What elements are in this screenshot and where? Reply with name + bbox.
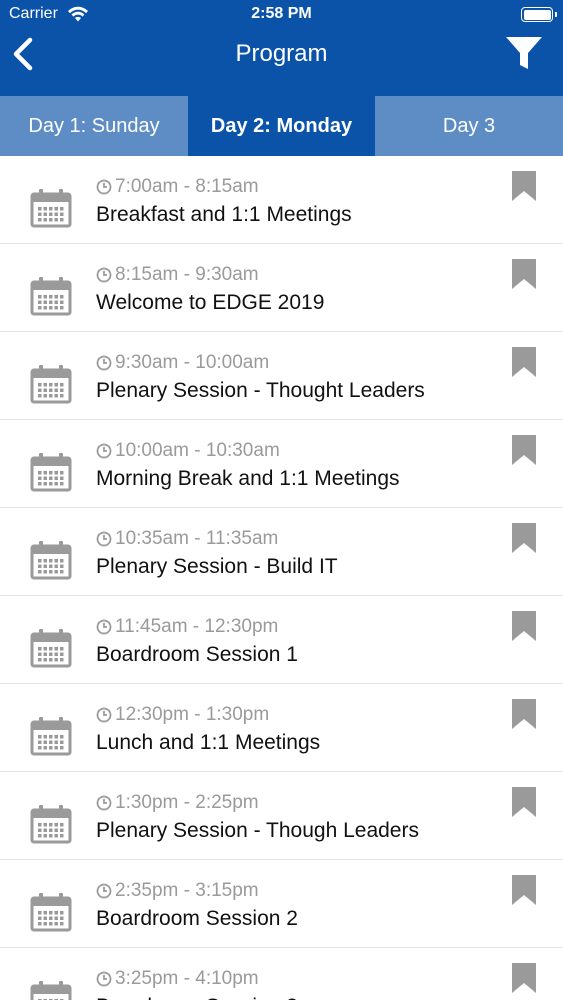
- session-row[interactable]: 11:45am - 12:30pm Boardroom Session 1: [0, 596, 563, 684]
- bookmark-icon[interactable]: [512, 171, 536, 201]
- session-title: Plenary Session - Build IT: [96, 555, 338, 578]
- session-time: 12:30pm - 1:30pm: [96, 704, 269, 726]
- session-row[interactable]: 7:00am - 8:15am Breakfast and 1:1 Meetin…: [0, 156, 563, 244]
- clock-icon: [96, 267, 112, 283]
- session-title: Welcome to EDGE 2019: [96, 291, 325, 314]
- calendar-icon: [30, 805, 72, 844]
- bookmark-icon[interactable]: [512, 699, 536, 729]
- session-title: Boardroom Session 1: [96, 643, 298, 666]
- bookmark-icon[interactable]: [512, 435, 536, 465]
- session-time-text: 3:25pm - 4:10pm: [115, 968, 259, 989]
- session-row[interactable]: 12:30pm - 1:30pm Lunch and 1:1 Meetings: [0, 684, 563, 772]
- clock-icon: [96, 619, 112, 635]
- session-title: Plenary Session - Thought Leaders: [96, 379, 425, 402]
- session-title: Morning Break and 1:1 Meetings: [96, 467, 400, 490]
- session-time: 7:00am - 8:15am: [96, 176, 259, 198]
- status-time: 2:58 PM: [251, 5, 312, 22]
- bookmark-icon[interactable]: [512, 523, 536, 553]
- session-time-text: 9:30am - 10:00am: [115, 352, 270, 373]
- session-time: 10:00am - 10:30am: [96, 440, 280, 462]
- clock-icon: [96, 707, 112, 723]
- session-time: 2:35pm - 3:15pm: [96, 880, 259, 902]
- session-time-text: 12:30pm - 1:30pm: [115, 704, 270, 725]
- session-time-text: 1:30pm - 2:25pm: [115, 792, 259, 813]
- calendar-icon: [30, 893, 72, 932]
- clock-icon: [96, 179, 112, 195]
- calendar-icon: [30, 981, 72, 1000]
- tab-day-2[interactable]: Day 2: Monday: [188, 96, 375, 156]
- session-time: 11:45am - 12:30pm: [96, 616, 278, 638]
- calendar-icon: [30, 277, 72, 316]
- session-time-text: 10:35am - 11:35am: [115, 528, 279, 549]
- clock-icon: [96, 355, 112, 371]
- tab-day-3[interactable]: Day 3: [375, 96, 563, 156]
- session-title: Plenary Session - Though Leaders: [96, 819, 419, 842]
- session-row[interactable]: 3:25pm - 4:10pm Boardroom Session 3: [0, 948, 563, 1000]
- session-title: Lunch and 1:1 Meetings: [96, 731, 321, 754]
- bookmark-icon[interactable]: [512, 787, 536, 817]
- bookmark-icon[interactable]: [512, 875, 536, 905]
- app-header: Carrier 2:58 PM Program: [0, 0, 563, 96]
- session-time: 1:30pm - 2:25pm: [96, 792, 259, 814]
- clock-icon: [96, 531, 112, 547]
- bookmark-icon[interactable]: [512, 259, 536, 289]
- day-tabs: Day 1: Sunday Day 2: Monday Day 3: [0, 96, 563, 156]
- page-title: Program: [235, 40, 328, 67]
- session-time-text: 11:45am - 12:30pm: [115, 616, 279, 637]
- nav-bar: Program: [0, 30, 563, 96]
- session-title: Breakfast and 1:1 Meetings: [96, 203, 352, 226]
- bookmark-icon[interactable]: [512, 347, 536, 377]
- session-row[interactable]: 8:15am - 9:30am Welcome to EDGE 2019: [0, 244, 563, 332]
- calendar-icon: [30, 541, 72, 580]
- calendar-icon: [30, 717, 72, 756]
- calendar-icon: [30, 453, 72, 492]
- session-row[interactable]: 10:35am - 11:35am Plenary Session - Buil…: [0, 508, 563, 596]
- bookmark-icon[interactable]: [512, 611, 536, 641]
- battery-icon: [521, 7, 557, 22]
- clock-icon: [96, 795, 112, 811]
- session-list: 7:00am - 8:15am Breakfast and 1:1 Meetin…: [0, 156, 563, 1000]
- session-time-text: 2:35pm - 3:15pm: [115, 880, 259, 901]
- session-row[interactable]: 2:35pm - 3:15pm Boardroom Session 2: [0, 860, 563, 948]
- bookmark-icon[interactable]: [512, 963, 536, 993]
- filter-icon[interactable]: [505, 36, 543, 72]
- session-time: 3:25pm - 4:10pm: [96, 968, 259, 990]
- session-row[interactable]: 1:30pm - 2:25pm Plenary Session - Though…: [0, 772, 563, 860]
- clock-icon: [96, 443, 112, 459]
- tab-day-1[interactable]: Day 1: Sunday: [0, 96, 188, 156]
- status-bar: Carrier 2:58 PM: [0, 0, 563, 30]
- session-row[interactable]: 9:30am - 10:00am Plenary Session - Thoug…: [0, 332, 563, 420]
- session-title: Boardroom Session 2: [96, 907, 298, 930]
- clock-icon: [96, 883, 112, 899]
- session-row[interactable]: 10:00am - 10:30am Morning Break and 1:1 …: [0, 420, 563, 508]
- session-title: Boardroom Session 3: [96, 995, 298, 1000]
- session-time: 10:35am - 11:35am: [96, 528, 278, 550]
- session-time-text: 8:15am - 9:30am: [115, 264, 259, 285]
- session-time-text: 10:00am - 10:30am: [115, 440, 280, 461]
- calendar-icon: [30, 365, 72, 404]
- session-time-text: 7:00am - 8:15am: [115, 176, 259, 197]
- calendar-icon: [30, 629, 72, 668]
- calendar-icon: [30, 189, 72, 228]
- clock-icon: [96, 971, 112, 987]
- session-time: 9:30am - 10:00am: [96, 352, 269, 374]
- session-time: 8:15am - 9:30am: [96, 264, 259, 286]
